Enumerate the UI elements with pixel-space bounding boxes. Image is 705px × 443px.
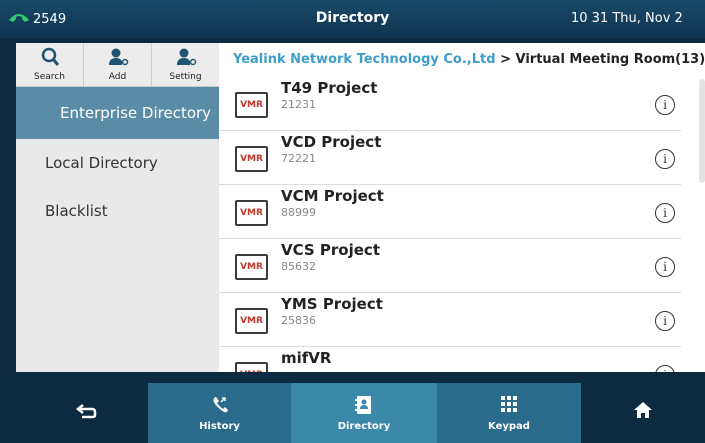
add-contact-icon xyxy=(107,47,129,71)
contact-number: 72221 xyxy=(281,152,316,165)
contact-name: T49 Project xyxy=(281,79,378,97)
vmr-badge: VMR xyxy=(235,362,268,372)
sidebar-item-local-directory[interactable]: Local Directory xyxy=(16,139,219,187)
search-label: Search xyxy=(34,72,65,82)
info-icon[interactable]: i xyxy=(655,365,675,372)
vmr-badge: VMR xyxy=(235,92,268,118)
breadcrumb-current: Virtual Meeting Room(13) xyxy=(515,52,705,67)
list-item[interactable]: VMR mifVR i xyxy=(219,347,681,372)
directory-sidebar: Search Add Setting Enterprise Directory … xyxy=(16,43,219,372)
add-label: Add xyxy=(108,72,127,82)
contact-number: 25836 xyxy=(281,314,316,327)
info-icon[interactable]: i xyxy=(655,95,675,115)
history-softkey[interactable]: History xyxy=(148,383,291,443)
breadcrumb-separator: > xyxy=(495,52,516,67)
vmr-badge: VMR xyxy=(235,254,268,280)
date-time: 10 31 Thu, Nov 2 xyxy=(571,11,683,26)
info-icon[interactable]: i xyxy=(655,149,675,169)
keypad-softkey[interactable]: Keypad xyxy=(437,383,581,443)
search-icon xyxy=(39,47,61,71)
history-label: History xyxy=(199,420,240,432)
add-button[interactable]: Add xyxy=(84,43,152,86)
contact-name: mifVR xyxy=(281,349,332,367)
list-item[interactable]: VMR VCD Project 72221 i xyxy=(219,131,681,185)
vmr-badge: VMR xyxy=(235,308,268,334)
keypad-label: Keypad xyxy=(488,420,530,432)
status-bar: 2549 Directory 10 31 Thu, Nov 2 xyxy=(0,0,705,38)
contact-name: VCD Project xyxy=(281,133,382,151)
list-item[interactable]: VMR VCS Project 85632 i xyxy=(219,239,681,293)
vmr-badge: VMR xyxy=(235,146,268,172)
contact-number: 21231 xyxy=(281,98,316,111)
breadcrumb: Yealink Network Technology Co.,Ltd > Vir… xyxy=(219,43,705,75)
list-item[interactable]: VMR T49 Project 21231 i xyxy=(219,77,681,131)
setting-label: Setting xyxy=(169,72,202,82)
home-icon xyxy=(632,400,654,426)
sidebar-item-enterprise-directory[interactable]: Enterprise Directory xyxy=(16,87,219,139)
directory-label: Directory xyxy=(337,420,391,432)
contact-number: 88999 xyxy=(281,206,316,219)
list-scrollbar[interactable] xyxy=(699,79,705,183)
back-arrow-icon xyxy=(75,400,98,426)
vmr-badge: VMR xyxy=(235,200,268,226)
contact-settings-icon xyxy=(175,47,197,71)
directory-icon xyxy=(353,395,375,421)
info-icon[interactable]: i xyxy=(655,203,675,223)
keypad-icon xyxy=(498,395,520,421)
list-item[interactable]: VMR YMS Project 25836 i xyxy=(219,293,681,347)
sidebar-toolbar: Search Add Setting xyxy=(16,43,219,87)
sidebar-item-blacklist[interactable]: Blacklist xyxy=(16,187,219,235)
contact-number: 85632 xyxy=(281,260,316,273)
search-button[interactable]: Search xyxy=(16,43,84,86)
back-button[interactable] xyxy=(24,383,150,443)
info-icon[interactable]: i xyxy=(655,257,675,277)
breadcrumb-org[interactable]: Yealink Network Technology Co.,Ltd xyxy=(233,52,496,67)
info-icon[interactable]: i xyxy=(655,311,675,331)
contact-name: YMS Project xyxy=(281,295,383,313)
directory-softkey[interactable]: Directory xyxy=(291,383,437,443)
contact-name: VCS Project xyxy=(281,241,380,259)
setting-button[interactable]: Setting xyxy=(152,43,219,86)
list-item[interactable]: VMR VCM Project 88999 i xyxy=(219,185,681,239)
softkey-bar: History Directory Keypad xyxy=(0,372,705,443)
contact-name: VCM Project xyxy=(281,187,384,205)
home-button[interactable] xyxy=(581,383,705,443)
history-icon xyxy=(209,395,231,421)
directory-list-panel: Yealink Network Technology Co.,Ltd > Vir… xyxy=(219,43,705,372)
